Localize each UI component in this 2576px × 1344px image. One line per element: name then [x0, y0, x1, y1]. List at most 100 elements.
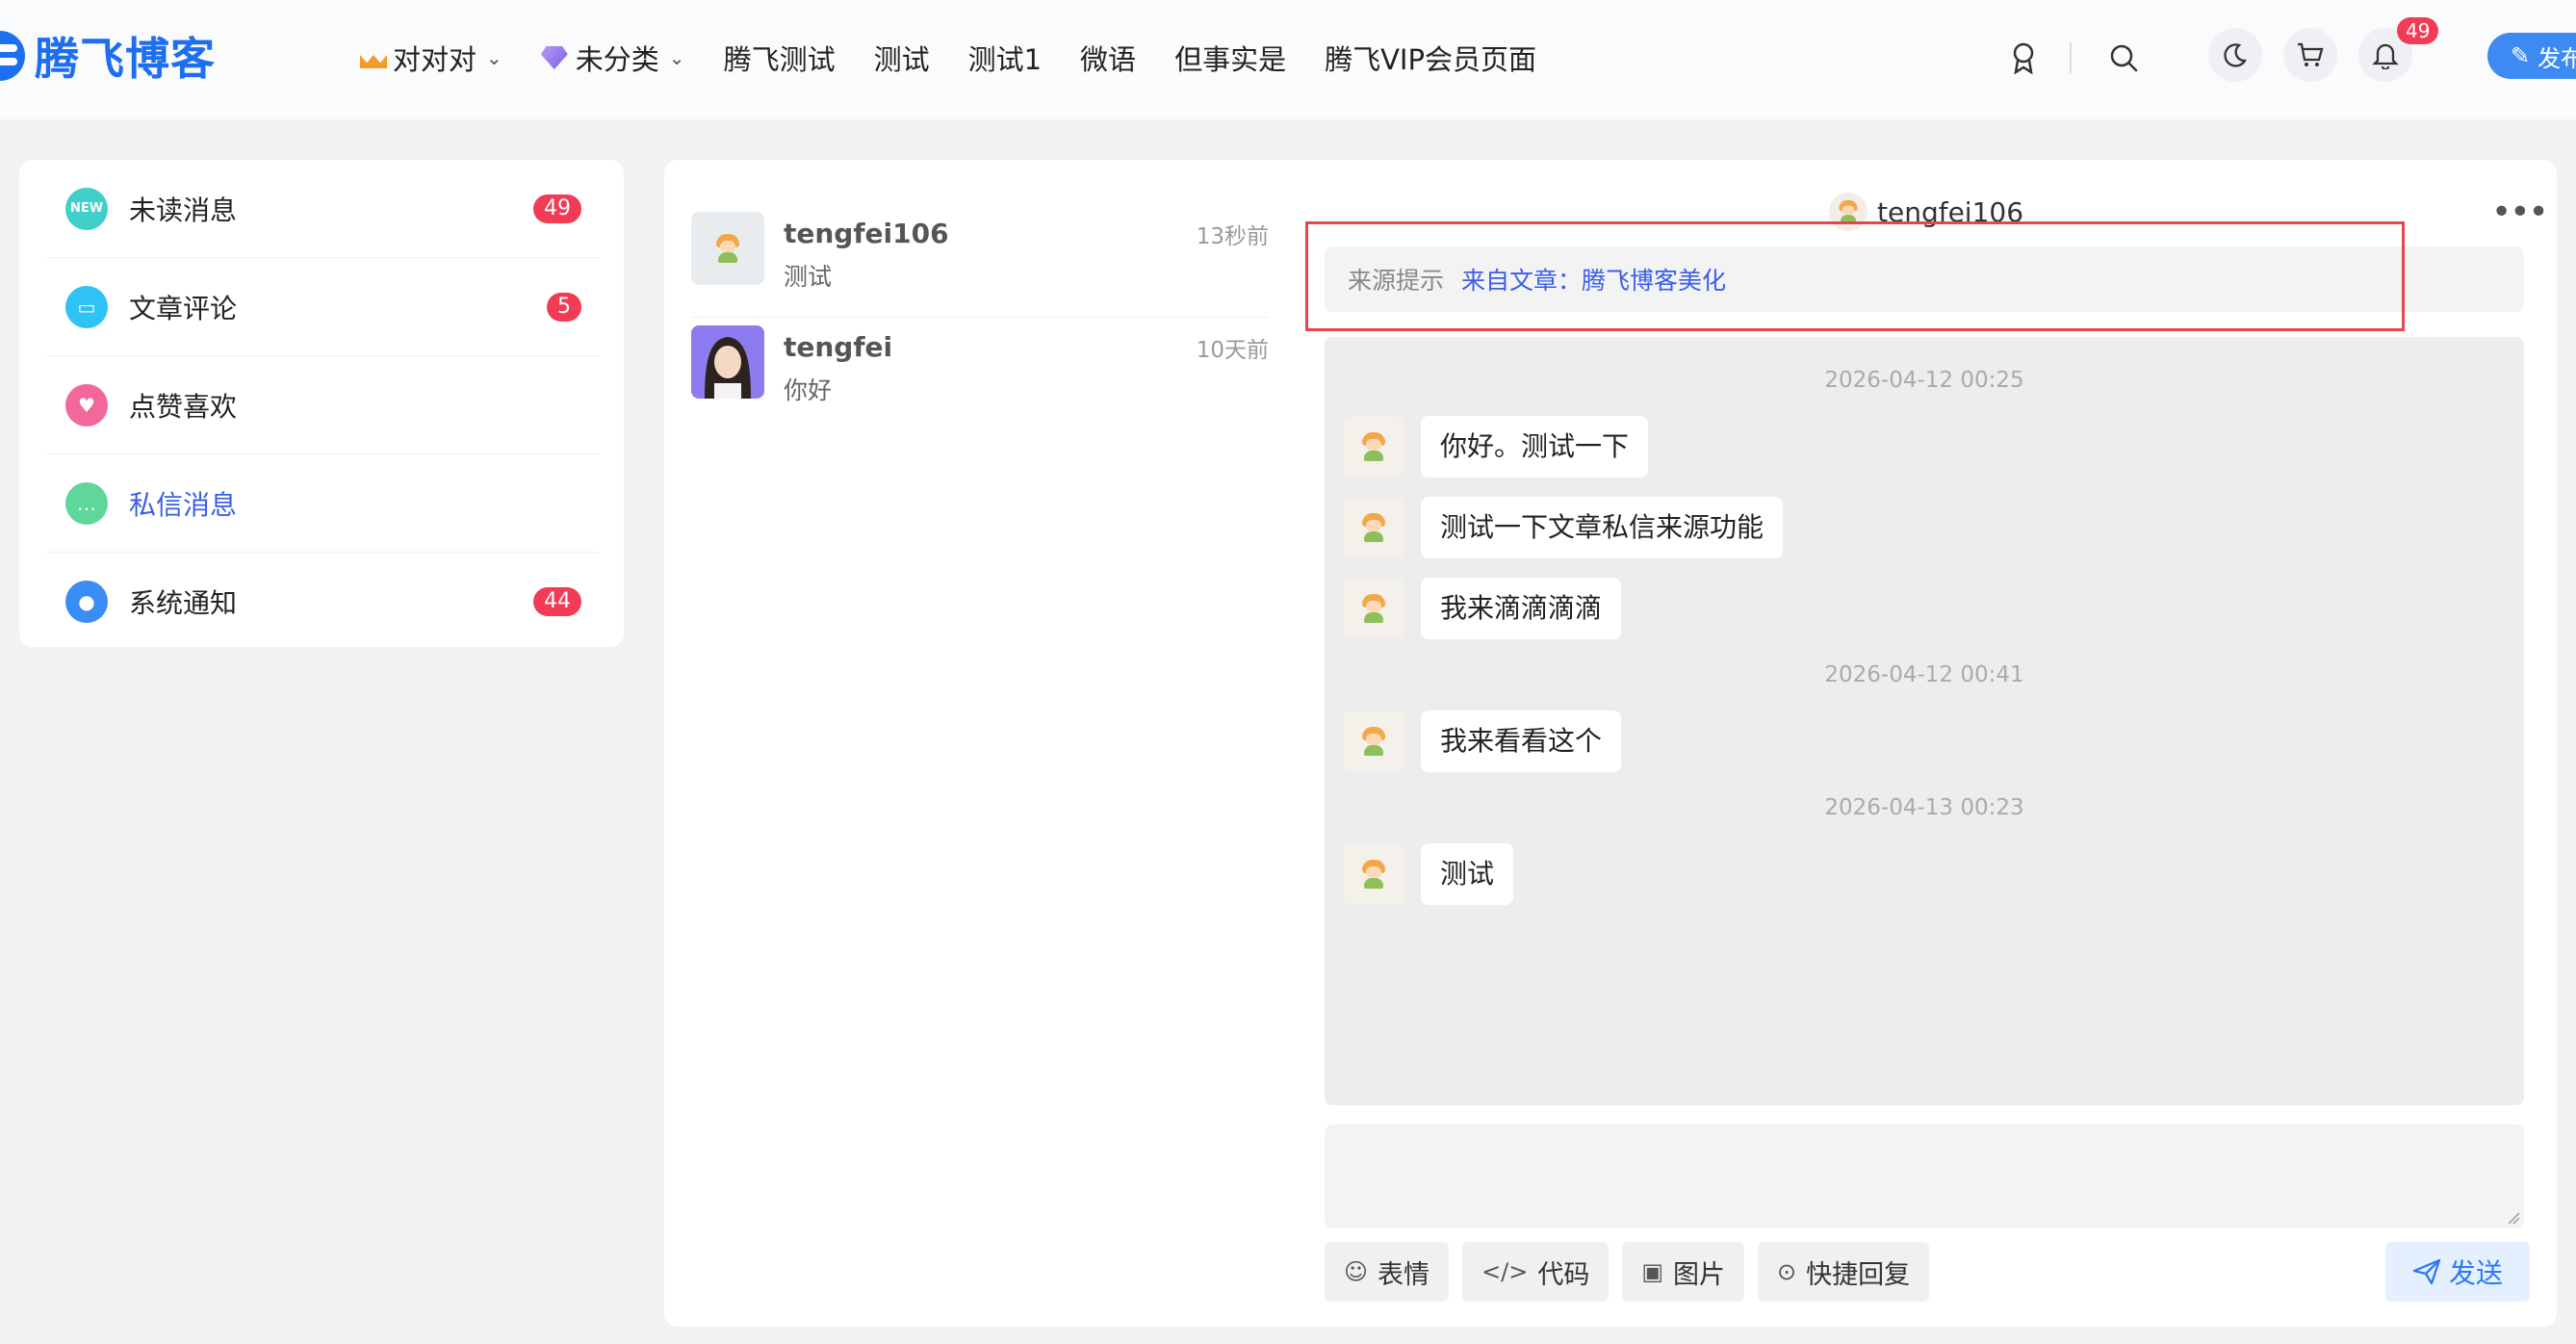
- bell-icon: [2372, 43, 2399, 69]
- crown-icon: [360, 47, 387, 68]
- sidebar-item-label: 系统通知: [129, 587, 238, 619]
- send-button[interactable]: 发送: [2385, 1242, 2530, 1302]
- conversation-last-message: 测试: [784, 263, 833, 291]
- main-nav: 对对对 ⌄ 未分类 ⌄ 腾飞测试 测试 测试1 微语 但事实是 腾飞VIP会员页…: [360, 29, 1575, 87]
- logo-text: 腾飞博客: [35, 33, 216, 85]
- smiley-icon: ☺: [1344, 1258, 1369, 1285]
- send-label: 发送: [2448, 1257, 2503, 1289]
- message-item: 我来看看这个: [1344, 711, 1622, 772]
- tool-label: 图片: [1673, 1259, 1726, 1290]
- message-timestamp: 2026-04-13 00:23: [1824, 795, 2024, 820]
- nav-item-uncategorized[interactable]: 未分类 ⌄: [540, 38, 685, 78]
- nav-item-test[interactable]: 测试: [874, 38, 930, 78]
- nav-label: 未分类: [575, 43, 659, 76]
- message-bubble: 我来看看这个: [1421, 711, 1622, 772]
- message-item: 你好。测试一下: [1344, 416, 1649, 478]
- avatar: [1344, 417, 1404, 477]
- highlight-frame: [1305, 221, 2405, 331]
- avatar: [1344, 498, 1404, 557]
- avatar: [1344, 844, 1404, 904]
- message-item: 我来滴滴滴滴: [1344, 578, 1622, 639]
- avatar: [1344, 579, 1404, 638]
- messages-panel: tengfei106 测试 13秒前 tengfei 你好 10天前 tengf…: [664, 160, 2557, 1327]
- sidebar-item-private-messages[interactable]: … 私信消息: [46, 454, 599, 553]
- message-item: 测试一下文章私信来源功能: [1344, 497, 1784, 558]
- heart-icon: ♥: [65, 383, 108, 426]
- resize-handle-icon: [2508, 1212, 2520, 1225]
- comment-icon: ▭: [65, 285, 108, 328]
- new-message-icon: NEW: [65, 187, 108, 230]
- chevron-down-icon: ⌄: [486, 46, 502, 69]
- code-icon: </>: [1481, 1258, 1529, 1285]
- conversation-time: 13秒前: [1196, 224, 1269, 249]
- top-header: 腾飞博客 对对对 ⌄ 未分类 ⌄ 腾飞测试 测试 测试1 微语 但事实是 腾飞V…: [0, 0, 2576, 119]
- publish-button[interactable]: ✎ 发布: [2487, 33, 2576, 79]
- conversation-name: tengfei106: [784, 218, 949, 249]
- message-bubble: 我来滴滴滴滴: [1421, 578, 1622, 639]
- message-timestamp: 2026-04-12 00:25: [1824, 368, 2024, 393]
- tool-label: 代码: [1537, 1259, 1590, 1290]
- bell-icon: ●: [65, 581, 108, 623]
- nav-label: 对对对: [393, 43, 477, 76]
- nav-item-tengfei-test[interactable]: 腾飞测试: [724, 38, 836, 78]
- nav-item-duiduidui[interactable]: 对对对 ⌄: [360, 38, 502, 78]
- cart-button[interactable]: [2283, 28, 2337, 82]
- more-options-icon[interactable]: •••: [2491, 193, 2549, 232]
- site-logo[interactable]: 腾飞博客: [0, 25, 216, 87]
- chat-toolbar: ☺ 表情 </> 代码 ▣ 图片 ⊙ 快捷回复: [1325, 1242, 1943, 1302]
- message-timestamp: 2026-04-12 00:41: [1824, 662, 2024, 687]
- message-input[interactable]: [1325, 1124, 2524, 1228]
- dark-mode-toggle[interactable]: [2208, 28, 2262, 82]
- tool-label: 快捷回复: [1806, 1259, 1911, 1290]
- conversation-item[interactable]: tengfei 你好 10天前: [691, 318, 1269, 431]
- message-category-sidebar: NEW 未读消息 49 ▭ 文章评论 5 ♥ 点赞喜欢 … 私信消息 ● 系统通…: [19, 160, 624, 647]
- cart-icon: [2298, 42, 2324, 66]
- message-item: 测试: [1344, 843, 1514, 905]
- avatar: [691, 212, 764, 285]
- conversation-last-message: 你好: [784, 376, 833, 404]
- emoji-button[interactable]: ☺ 表情: [1325, 1242, 1450, 1302]
- nav-item-test1[interactable]: 测试1: [968, 38, 1042, 78]
- unread-count-badge: 49: [533, 194, 581, 223]
- nav-item-vip-page[interactable]: 腾飞VIP会员页面: [1325, 38, 1536, 78]
- message-bubble: 你好。测试一下: [1421, 416, 1649, 478]
- chevron-down-icon: ⌄: [668, 46, 685, 69]
- sidebar-item-label: 文章评论: [129, 292, 238, 324]
- conversation-item[interactable]: tengfei106 测试 13秒前: [691, 204, 1269, 318]
- image-button[interactable]: ▣ 图片: [1622, 1242, 1745, 1302]
- image-icon: ▣: [1641, 1258, 1664, 1285]
- notice-count-badge: 44: [533, 587, 581, 616]
- conversation-time: 10天前: [1196, 338, 1269, 363]
- message-bubble: 测试: [1421, 843, 1514, 905]
- sidebar-item-label: 点赞喜欢: [129, 390, 238, 423]
- notification-badge: 49: [2397, 17, 2439, 44]
- nav-item-danshishi[interactable]: 但事实是: [1174, 38, 1286, 78]
- publish-label: 发布: [2537, 44, 2576, 72]
- conversation-name: tengfei: [784, 331, 893, 363]
- comment-count-badge: 5: [547, 292, 581, 322]
- logo-mark-icon: [0, 31, 25, 81]
- sidebar-item-label: 未读消息: [129, 194, 238, 226]
- chat-bubble-icon: …: [65, 481, 108, 525]
- code-button[interactable]: </> 代码: [1462, 1242, 1610, 1302]
- search-icon[interactable]: [2104, 39, 2143, 77]
- message-bubble: 测试一下文章私信来源功能: [1421, 497, 1784, 558]
- sidebar-item-likes[interactable]: ♥ 点赞喜欢: [46, 356, 599, 454]
- tool-label: 表情: [1378, 1259, 1430, 1290]
- nav-item-weiyu[interactable]: 微语: [1080, 38, 1136, 78]
- header-divider: [2070, 42, 2072, 73]
- paper-plane-icon: [2412, 1258, 2441, 1285]
- chat-history[interactable]: 2026-04-12 00:25 你好。测试一下 测试一下文章私信来源功能 我来…: [1325, 337, 2524, 1105]
- quick-reply-button[interactable]: ⊙ 快捷回复: [1758, 1242, 1930, 1302]
- sidebar-item-label: 私信消息: [129, 488, 238, 521]
- sidebar-item-system-notices[interactable]: ● 系统通知 44: [46, 553, 599, 651]
- moon-icon: [2224, 43, 2248, 67]
- pencil-icon: ✎: [2511, 42, 2531, 69]
- avatar: [691, 325, 764, 399]
- avatar: [1344, 711, 1404, 771]
- gem-icon: [540, 46, 568, 69]
- sidebar-item-comments[interactable]: ▭ 文章评论 5: [46, 258, 599, 356]
- quick-reply-icon: ⊙: [1777, 1258, 1797, 1285]
- sidebar-item-unread[interactable]: NEW 未读消息 49: [46, 160, 599, 258]
- badge-award-icon[interactable]: [2008, 37, 2039, 79]
